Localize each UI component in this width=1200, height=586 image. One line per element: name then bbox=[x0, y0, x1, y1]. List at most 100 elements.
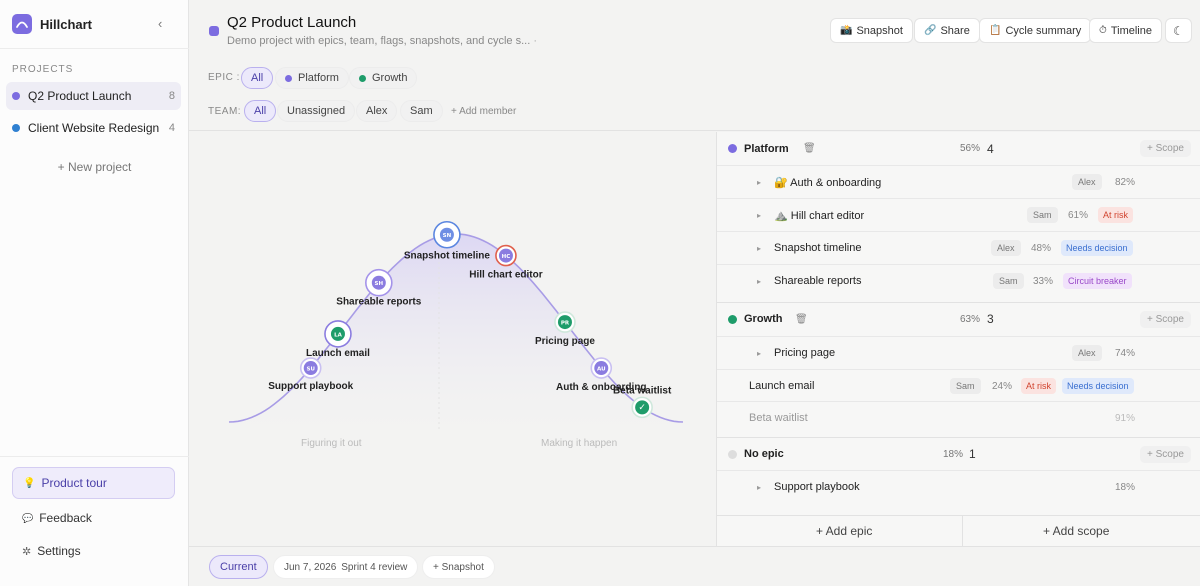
scope-row-launch-email[interactable]: Launch email Sam 24% At risk Needs decis… bbox=[717, 369, 1200, 402]
needs-decision-flag: Needs decision bbox=[1061, 240, 1133, 256]
at-risk-flag: At risk bbox=[1098, 207, 1134, 223]
scope-name: Support playbook bbox=[774, 481, 860, 493]
subtitle-text: Demo project with epics, team, flags, sn… bbox=[227, 35, 531, 47]
team-chip-sam[interactable]: Sam bbox=[400, 100, 443, 122]
page-title: Q2 Product Launch bbox=[227, 14, 357, 31]
project-color-dot bbox=[12, 124, 20, 132]
epic-chip-platform[interactable]: Platform bbox=[275, 67, 349, 89]
scope-row-pricing-page[interactable]: ▸ Pricing page Alex 74% bbox=[717, 336, 1200, 369]
snapshot-chip-sprint-4[interactable]: Jun 7, 2026 Sprint 4 review bbox=[273, 555, 419, 579]
cycle-summary-button[interactable]: 📋 Cycle summary bbox=[979, 18, 1092, 43]
scope-row-auth-onboarding[interactable]: ▸ 🔐 Auth & onboarding Alex 82% bbox=[717, 165, 1200, 198]
trash-icon[interactable]: 🗑 bbox=[795, 314, 808, 325]
divider bbox=[962, 516, 963, 547]
timeline-label: Timeline bbox=[1110, 24, 1152, 37]
project-item-client-website-redesign[interactable]: Client Website Redesign 4 bbox=[6, 114, 181, 142]
product-tour-button[interactable]: 💡 Product tour bbox=[12, 467, 175, 499]
chip-label: Growth bbox=[372, 72, 408, 84]
project-item-q2-product-launch[interactable]: Q2 Product Launch 8 bbox=[6, 82, 181, 110]
expand-icon[interactable]: ▸ bbox=[757, 244, 761, 253]
settings-link[interactable]: ✲ Settings bbox=[22, 544, 81, 558]
add-snapshot-button[interactable]: + Snapshot bbox=[422, 555, 495, 579]
divider bbox=[0, 48, 189, 49]
scope-row-beta-waitlist[interactable]: Beta waitlist 91% bbox=[717, 401, 1200, 434]
snapshot-button[interactable]: 📸 Snapshot bbox=[830, 18, 913, 43]
scope-row-snapshot-timeline[interactable]: ▸ Snapshot timeline Alex 48% Needs decis… bbox=[717, 231, 1200, 264]
marker-initials: PR bbox=[561, 321, 570, 327]
collapse-sidebar-icon[interactable]: ‹ bbox=[158, 16, 162, 31]
snapshot-label: Snapshot bbox=[856, 24, 903, 37]
circuit-breaker-flag: Circuit breaker bbox=[1063, 273, 1132, 289]
camera-icon: 📸 bbox=[840, 25, 853, 36]
scope-name: Snapshot timeline bbox=[774, 242, 862, 254]
scope-row-hill-chart-editor[interactable]: ▸ ⛰️ Hill chart editor Sam 61% At risk bbox=[717, 198, 1200, 231]
expand-icon[interactable]: ▸ bbox=[757, 349, 761, 358]
epic-group-platform[interactable]: Platform 🗑 56% 4 + Scope bbox=[717, 132, 1200, 165]
add-scope-bottom-button[interactable]: + Add scope bbox=[1043, 524, 1109, 538]
add-scope-button[interactable]: + Scope bbox=[1140, 310, 1191, 328]
marker-label: Beta waitlist bbox=[613, 385, 672, 396]
timeline-button[interactable]: ⏱ Timeline bbox=[1089, 18, 1162, 43]
trash-icon[interactable]: 🗑 bbox=[803, 143, 816, 154]
snapshot-date: Jun 7, 2026 bbox=[284, 561, 337, 573]
link-icon: 🔗 bbox=[924, 25, 937, 36]
team-chip-all[interactable]: All bbox=[244, 100, 277, 122]
epic-color-dot bbox=[359, 74, 366, 82]
chip-label: Sam bbox=[410, 105, 433, 117]
add-epic-button[interactable]: + Add epic bbox=[816, 524, 872, 538]
epic-color-dot bbox=[728, 314, 737, 324]
epic-group-growth[interactable]: Growth 🗑 63% 3 + Scope bbox=[717, 302, 1200, 335]
marker-label: Support playbook bbox=[268, 381, 353, 392]
epic-percent: 63% bbox=[959, 313, 980, 325]
hill-chart-svg: SU Support playbook LA Launch email SH Sharea… bbox=[228, 220, 684, 432]
team-chip-unassigned[interactable]: Unassigned bbox=[277, 100, 356, 122]
scope-name: Beta waitlist bbox=[749, 412, 808, 424]
scope-percent: 61% bbox=[1067, 209, 1088, 221]
scope-name: Launch email bbox=[749, 380, 815, 392]
scope-percent: 18% bbox=[1114, 481, 1135, 493]
gear-icon: ✲ bbox=[22, 545, 32, 558]
expand-icon[interactable]: ▸ bbox=[757, 211, 761, 220]
epic-chip-growth[interactable]: Growth bbox=[349, 67, 418, 89]
panel-actions: + Add epic + Add scope bbox=[717, 515, 1200, 547]
hill-area bbox=[229, 234, 683, 432]
brand[interactable]: Hillchart bbox=[12, 14, 92, 34]
epic-name: No epic bbox=[744, 448, 784, 460]
epic-color-dot bbox=[728, 144, 737, 153]
marker-initials: SH bbox=[375, 281, 384, 287]
share-button[interactable]: 🔗 Share bbox=[914, 18, 980, 43]
epic-filter-label: EPIC : bbox=[208, 72, 240, 83]
expand-icon[interactable]: ▸ bbox=[757, 483, 761, 492]
scope-row-shareable-reports[interactable]: ▸ Shareable reports Sam 33% Circuit brea… bbox=[717, 264, 1200, 297]
team-chip-alex[interactable]: Alex bbox=[356, 100, 398, 122]
epic-chip-all[interactable]: All bbox=[241, 67, 274, 89]
chip-label: Platform bbox=[298, 72, 339, 84]
feedback-link[interactable]: 💬 Feedback bbox=[22, 511, 92, 525]
assignee: Alex bbox=[1072, 174, 1102, 190]
current-snapshot-chip[interactable]: Current bbox=[209, 555, 268, 579]
add-scope-button[interactable]: + Scope bbox=[1140, 445, 1191, 463]
marker-label: Pricing page bbox=[535, 336, 595, 347]
add-member-button[interactable]: + Add member bbox=[451, 106, 516, 117]
page-subtitle: Demo project with epics, team, flags, sn… bbox=[227, 35, 537, 47]
scope-row-support-playbook[interactable]: ▸ Support playbook 18% bbox=[717, 470, 1200, 503]
project-color-square bbox=[209, 26, 219, 36]
scope-percent: 74% bbox=[1114, 347, 1135, 359]
expand-icon[interactable]: ▸ bbox=[757, 178, 761, 187]
scope-percent: 48% bbox=[1030, 242, 1051, 254]
at-risk-flag: At risk bbox=[1021, 378, 1057, 394]
marker-initials: SN bbox=[443, 233, 452, 239]
dark-mode-toggle[interactable]: ☾ bbox=[1165, 18, 1192, 43]
epic-name: Growth bbox=[744, 313, 783, 325]
add-scope-button[interactable]: + Scope bbox=[1140, 140, 1191, 157]
epic-color-dot bbox=[285, 74, 292, 82]
new-project-button[interactable]: + New project bbox=[0, 160, 189, 174]
project-name: Client Website Redesign bbox=[28, 121, 160, 135]
expand-icon[interactable]: ▸ bbox=[757, 277, 761, 286]
scope-percent: 91% bbox=[1114, 412, 1135, 424]
feedback-label: Feedback bbox=[39, 511, 92, 525]
needs-decision-flag: Needs decision bbox=[1062, 378, 1134, 394]
epic-group-no-epic[interactable]: No epic 18% 1 + Scope bbox=[717, 437, 1200, 470]
project-count: 4 bbox=[168, 122, 175, 134]
moon-icon: ☾ bbox=[1173, 23, 1184, 38]
